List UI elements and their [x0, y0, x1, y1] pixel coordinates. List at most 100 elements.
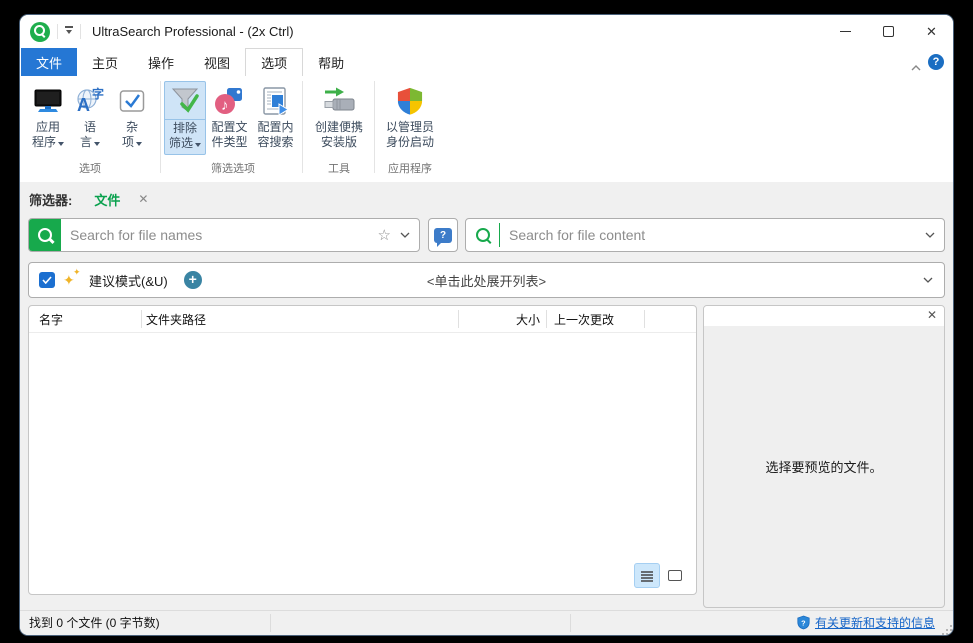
statusbar-divider	[270, 614, 271, 632]
filter-tab-files[interactable]: 文件	[94, 190, 120, 209]
column-header-folder-path[interactable]: 文件夹路径	[146, 306, 206, 332]
chevron-down-icon[interactable]	[400, 232, 410, 238]
tab-help[interactable]: 帮助	[303, 48, 359, 76]
main-content: 筛选器: 文件 ✕ ☆ ?	[20, 182, 953, 611]
filter-tab-close-icon[interactable]: ✕	[138, 192, 148, 206]
tab-view[interactable]: 视图	[189, 48, 245, 76]
preview-panel: ✕ 选择要预览的文件。	[703, 305, 945, 608]
list-view-button[interactable]	[634, 563, 660, 588]
ribbon-button-language[interactable]: A 字 语 言	[70, 81, 110, 155]
suggest-mode-row: ✦✦ 建议模式(&U) + <单击此处展开列表>	[28, 262, 945, 298]
content-search-icon	[476, 228, 490, 242]
collapse-ribbon-icon[interactable]	[911, 58, 921, 76]
title-bar: UltraSearch Professional - (2x Ctrl) ✕	[20, 15, 953, 48]
file-content-search-box	[465, 218, 945, 252]
ribbon-tab-bar: 文件 主页 操作 视图 选项 帮助 ?	[20, 48, 953, 76]
minimize-icon	[840, 31, 851, 32]
results-count: 找到 0 个文件 (0 字节数)	[29, 611, 160, 634]
column-divider[interactable]	[644, 310, 645, 328]
file-name-search-input[interactable]	[61, 227, 378, 243]
update-info-link[interactable]: ? 有关更新和支持的信息	[797, 611, 935, 634]
window-controls: ✕	[824, 15, 953, 48]
minimize-button[interactable]	[824, 15, 867, 48]
ribbon: 应用 程序 A 字 语 言	[20, 76, 953, 183]
file-name-search-box: ☆	[28, 218, 420, 252]
ribbon-group-label: 应用程序	[378, 160, 442, 176]
tab-actions[interactable]: 操作	[133, 48, 189, 76]
ribbon-button-applications[interactable]: 应用 程序	[26, 81, 70, 155]
usb-portable-icon	[308, 83, 370, 119]
ribbon-button-misc[interactable]: 杂 项	[110, 81, 154, 155]
dropdown-arrow-icon	[58, 142, 64, 149]
help-circle-button[interactable]: ?	[928, 54, 944, 70]
svg-text:字: 字	[92, 86, 104, 101]
svg-text:A: A	[77, 95, 90, 115]
sparkles-icon: ✦✦	[62, 270, 82, 290]
dropdown-arrow-icon	[94, 142, 100, 149]
shield-question-icon: ?	[797, 615, 810, 630]
document-content-search-icon	[254, 83, 297, 119]
ribbon-group-label: 选项	[50, 160, 130, 176]
maximize-button[interactable]	[867, 15, 910, 48]
column-header-name[interactable]: 名字	[39, 306, 63, 332]
close-button[interactable]: ✕	[910, 15, 953, 48]
filter-funnel-icon	[165, 83, 205, 120]
ribbon-group-divider	[302, 81, 303, 173]
window-title: UltraSearch Professional - (2x Ctrl)	[92, 24, 294, 39]
quick-access-dropdown-icon[interactable]	[65, 26, 73, 37]
search-icon[interactable]	[28, 218, 61, 252]
tab-file[interactable]: 文件	[21, 48, 77, 76]
ultrasearch-window: UltraSearch Professional - (2x Ctrl) ✕ 文…	[20, 15, 953, 635]
ribbon-group-divider	[374, 81, 375, 173]
chevron-down-icon[interactable]	[925, 232, 935, 238]
ribbon-group-label: 工具	[307, 160, 371, 176]
preview-panel-header: ✕	[704, 306, 944, 326]
column-divider[interactable]	[141, 310, 142, 328]
media-file-type-icon: ♪	[208, 83, 251, 119]
globe-language-icon: A 字	[71, 83, 109, 119]
preview-message: 选择要预览的文件。	[704, 326, 944, 607]
statusbar-divider	[570, 614, 571, 632]
titlebar-divider	[57, 24, 58, 39]
file-content-search-input[interactable]	[500, 227, 925, 243]
column-header-last-modified[interactable]: 上一次更改	[554, 306, 614, 332]
view-toggle-buttons	[634, 563, 686, 588]
help-bubble-icon: ?	[434, 228, 452, 243]
search-row: ☆ ?	[28, 218, 945, 252]
suggest-mode-checkbox[interactable]	[39, 272, 55, 288]
results-table-header: 名字 文件夹路径 大小 上一次更改	[29, 306, 696, 333]
ribbon-group-divider	[160, 81, 161, 173]
chevron-down-icon[interactable]	[923, 277, 933, 283]
ribbon-button-run-as-admin[interactable]: 以管理员 身份启动	[378, 81, 442, 155]
filter-label: 筛选器:	[29, 190, 72, 209]
checkbox-icon	[111, 83, 153, 119]
dropdown-arrow-icon	[136, 142, 142, 149]
suggest-mode-label: 建议模式(&U)	[89, 271, 168, 290]
dropdown-arrow-icon	[195, 143, 201, 150]
ribbon-button-configure-file-types[interactable]: ♪ 配置文 件类型	[207, 81, 252, 155]
titlebar-divider	[80, 24, 81, 39]
resize-grip[interactable]	[946, 629, 948, 631]
ribbon-button-configure-content-search[interactable]: 配置内 容搜索	[253, 81, 298, 155]
ribbon-button-create-portable[interactable]: 创建便携 安装版	[307, 81, 371, 155]
app-logo-icon	[30, 22, 50, 42]
ribbon-button-exclude-filter[interactable]: 排除 筛选	[164, 81, 206, 155]
preview-pane-toggle-button[interactable]	[664, 564, 686, 587]
status-bar: 找到 0 个文件 (0 字节数) ? 有关更新和支持的信息	[20, 610, 953, 635]
windows-shield-icon	[379, 83, 441, 119]
pane-icon	[668, 570, 682, 581]
monitor-icon	[27, 83, 69, 119]
ribbon-group-label: 筛选选项	[164, 160, 302, 176]
filter-bar: 筛选器: 文件 ✕	[29, 188, 148, 210]
maximize-icon	[883, 26, 894, 37]
results-list-panel[interactable]: 名字 文件夹路径 大小 上一次更改	[28, 305, 697, 595]
svg-text:♪: ♪	[221, 97, 229, 114]
column-header-size[interactable]: 大小	[458, 306, 540, 332]
tab-home[interactable]: 主页	[77, 48, 133, 76]
favorite-star-icon[interactable]: ☆	[378, 226, 391, 244]
column-divider[interactable]	[546, 310, 547, 328]
preview-close-icon[interactable]: ✕	[927, 308, 937, 322]
search-help-button[interactable]: ?	[428, 218, 458, 252]
tab-options[interactable]: 选项	[245, 48, 303, 76]
add-plus-icon[interactable]: +	[184, 271, 202, 289]
